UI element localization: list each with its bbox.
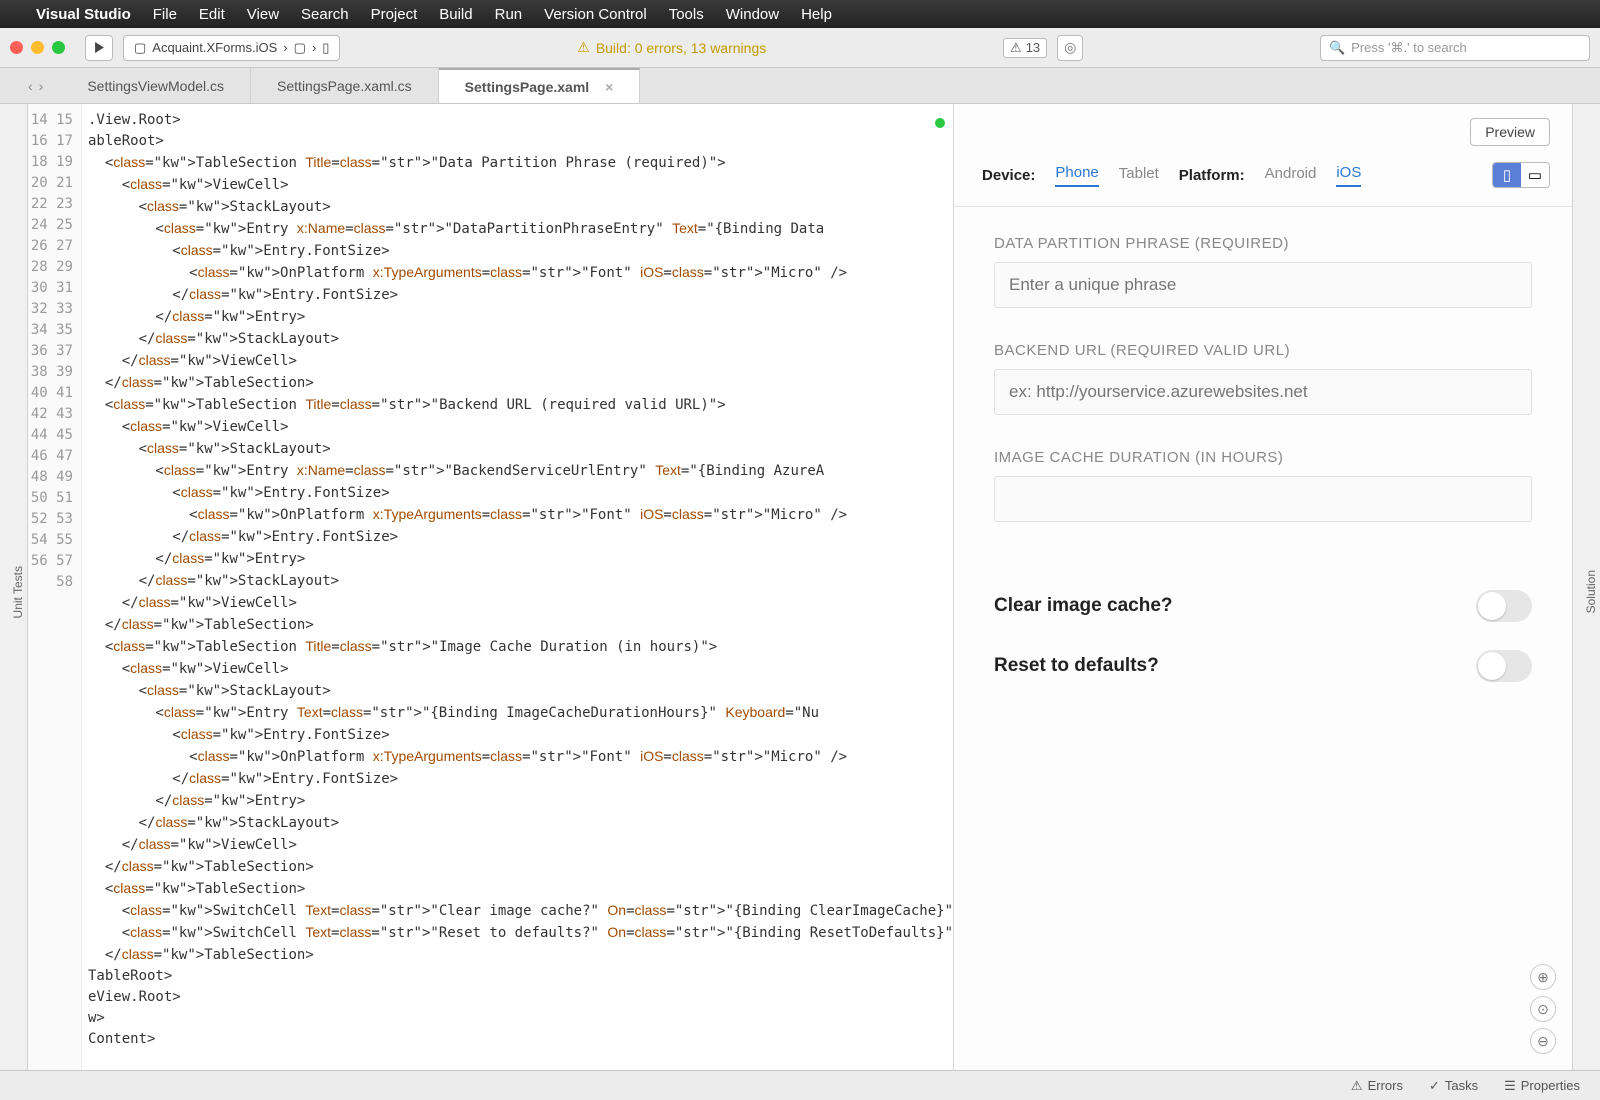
- field-data-partition: DATA PARTITION PHRASE (REQUIRED): [994, 235, 1532, 308]
- warning-count: 13: [1026, 40, 1040, 55]
- menu-version-control[interactable]: Version Control: [544, 6, 647, 23]
- run-button[interactable]: [85, 35, 113, 61]
- clear-cache-toggle[interactable]: [1476, 590, 1532, 622]
- switch-clear-cache: Clear image cache?: [994, 576, 1532, 636]
- menu-window[interactable]: Window: [726, 6, 779, 23]
- tab-label: SettingsViewModel.cs: [87, 78, 224, 94]
- tab-settings-viewmodel[interactable]: SettingsViewModel.cs: [61, 68, 251, 103]
- warnings-count-badge[interactable]: ⚠ 13: [1003, 38, 1047, 58]
- code-editor[interactable]: 14 15 16 17 18 19 20 21 22 23 24 25 26 2…: [28, 104, 953, 1070]
- switch-reset-defaults: Reset to defaults?: [994, 636, 1532, 696]
- build-status-text: Build: 0 errors, 13 warnings: [596, 40, 766, 56]
- cache-duration-input[interactable]: [994, 476, 1532, 522]
- code-content[interactable]: .View.Root> ableRoot> <class="kw">TableS…: [82, 104, 953, 1070]
- orientation-toggle[interactable]: ▯ ▭: [1492, 162, 1550, 188]
- field-cache-duration: IMAGE CACHE DURATION (IN HOURS): [994, 449, 1532, 522]
- rail-solution[interactable]: Solution: [1582, 564, 1600, 619]
- field-backend-url: BACKEND URL (REQUIRED VALID URL): [994, 342, 1532, 415]
- menu-view[interactable]: View: [247, 6, 279, 23]
- status-properties[interactable]: ☰Properties: [1504, 1078, 1580, 1094]
- platform-label: Platform:: [1179, 167, 1245, 184]
- maximize-window-icon[interactable]: [52, 41, 65, 54]
- menu-search[interactable]: Search: [301, 6, 349, 23]
- warning-icon: ⚠: [1010, 40, 1022, 56]
- reset-defaults-toggle[interactable]: [1476, 650, 1532, 682]
- field-label: BACKEND URL (REQUIRED VALID URL): [994, 342, 1532, 359]
- line-number-gutter: 14 15 16 17 18 19 20 21 22 23 24 25 26 2…: [28, 104, 82, 1070]
- close-tab-icon[interactable]: ×: [605, 79, 613, 95]
- menu-run[interactable]: Run: [495, 6, 523, 23]
- preview-button[interactable]: Preview: [1470, 118, 1550, 146]
- notifications-icon[interactable]: ◎: [1057, 35, 1083, 61]
- device-option-tablet[interactable]: Tablet: [1119, 165, 1159, 186]
- build-target-selector[interactable]: ▢ Acquaint.XForms.iOS › ▢ › ▯: [123, 35, 340, 61]
- menu-help[interactable]: Help: [801, 6, 832, 23]
- tab-settings-page-xaml[interactable]: SettingsPage.xaml ×: [439, 68, 641, 103]
- minimize-window-icon[interactable]: [31, 41, 44, 54]
- search-placeholder: Press '⌘.' to search: [1351, 40, 1467, 56]
- right-tool-rail: Solution: [1572, 104, 1600, 1070]
- platform-option-android[interactable]: Android: [1265, 165, 1317, 186]
- document-tabs: ‹ › SettingsViewModel.cs SettingsPage.xa…: [0, 68, 1600, 104]
- build-target-label: Acquaint.XForms.iOS: [152, 40, 277, 55]
- device-label: Device:: [982, 167, 1035, 184]
- left-tool-rail: Unit Tests Document Outline Toolbox: [0, 104, 28, 1070]
- toolbar: ▢ Acquaint.XForms.iOS › ▢ › ▯ ⚠ Build: 0…: [0, 28, 1600, 68]
- platform-option-ios[interactable]: iOS: [1336, 164, 1361, 187]
- search-icon: 🔍: [1329, 40, 1345, 56]
- global-search-input[interactable]: 🔍 Press '⌘.' to search: [1320, 35, 1590, 61]
- zoom-out-icon[interactable]: ⊖: [1530, 1028, 1556, 1054]
- app-name[interactable]: Visual Studio: [36, 6, 131, 23]
- nav-forward-icon[interactable]: ›: [39, 78, 44, 94]
- device-icon: ▢: [134, 40, 146, 56]
- status-tasks[interactable]: ✓Tasks: [1429, 1078, 1478, 1094]
- menu-file[interactable]: File: [153, 6, 177, 23]
- properties-icon: ☰: [1504, 1078, 1516, 1094]
- menu-edit[interactable]: Edit: [199, 6, 225, 23]
- warning-icon: ⚠: [577, 39, 590, 56]
- rail-unit-tests[interactable]: Unit Tests: [9, 560, 27, 624]
- close-window-icon[interactable]: [10, 41, 23, 54]
- tab-nav: ‹ ›: [28, 68, 43, 103]
- menu-project[interactable]: Project: [371, 6, 418, 23]
- status-errors[interactable]: ⚠Errors: [1351, 1078, 1403, 1094]
- field-label: IMAGE CACHE DURATION (IN HOURS): [994, 449, 1532, 466]
- chevron-right-icon: ›: [283, 40, 287, 55]
- data-partition-input[interactable]: [994, 262, 1532, 308]
- menu-build[interactable]: Build: [439, 6, 472, 23]
- backend-url-input[interactable]: [994, 369, 1532, 415]
- zoom-controls: ⊕ ⊙ ⊖: [1530, 964, 1556, 1054]
- preview-form: DATA PARTITION PHRASE (REQUIRED) BACKEND…: [954, 207, 1572, 1070]
- build-status: ⚠ Build: 0 errors, 13 warnings: [577, 39, 766, 56]
- phone-icon: ▯: [322, 40, 329, 56]
- main-area: Unit Tests Document Outline Toolbox 14 1…: [0, 104, 1600, 1070]
- window-controls: [10, 41, 65, 54]
- chevron-right-icon: ›: [312, 40, 316, 55]
- live-status-icon: [935, 118, 945, 128]
- switch-label: Clear image cache?: [994, 595, 1172, 617]
- nav-back-icon[interactable]: ‹: [28, 78, 33, 94]
- status-bar: ⚠Errors ✓Tasks ☰Properties: [0, 1070, 1600, 1100]
- field-label: DATA PARTITION PHRASE (REQUIRED): [994, 235, 1532, 252]
- switch-label: Reset to defaults?: [994, 655, 1159, 677]
- device-square-icon: ▢: [294, 40, 306, 56]
- tab-label: SettingsPage.xaml.cs: [277, 78, 412, 94]
- xaml-preview-panel: Preview Device: Phone Tablet Platform: A…: [953, 104, 1572, 1070]
- mac-menubar: Visual Studio File Edit View Search Proj…: [0, 0, 1600, 28]
- portrait-icon[interactable]: ▯: [1493, 163, 1521, 187]
- zoom-reset-icon[interactable]: ⊙: [1530, 996, 1556, 1022]
- warning-icon: ⚠: [1351, 1078, 1363, 1094]
- device-option-phone[interactable]: Phone: [1055, 164, 1098, 187]
- landscape-icon[interactable]: ▭: [1521, 163, 1549, 187]
- preview-toolbar: Device: Phone Tablet Platform: Android i…: [954, 146, 1572, 207]
- menu-tools[interactable]: Tools: [669, 6, 704, 23]
- zoom-in-icon[interactable]: ⊕: [1530, 964, 1556, 990]
- check-icon: ✓: [1429, 1078, 1440, 1094]
- tab-label: SettingsPage.xaml: [465, 79, 590, 95]
- tab-settings-page-cs[interactable]: SettingsPage.xaml.cs: [251, 68, 439, 103]
